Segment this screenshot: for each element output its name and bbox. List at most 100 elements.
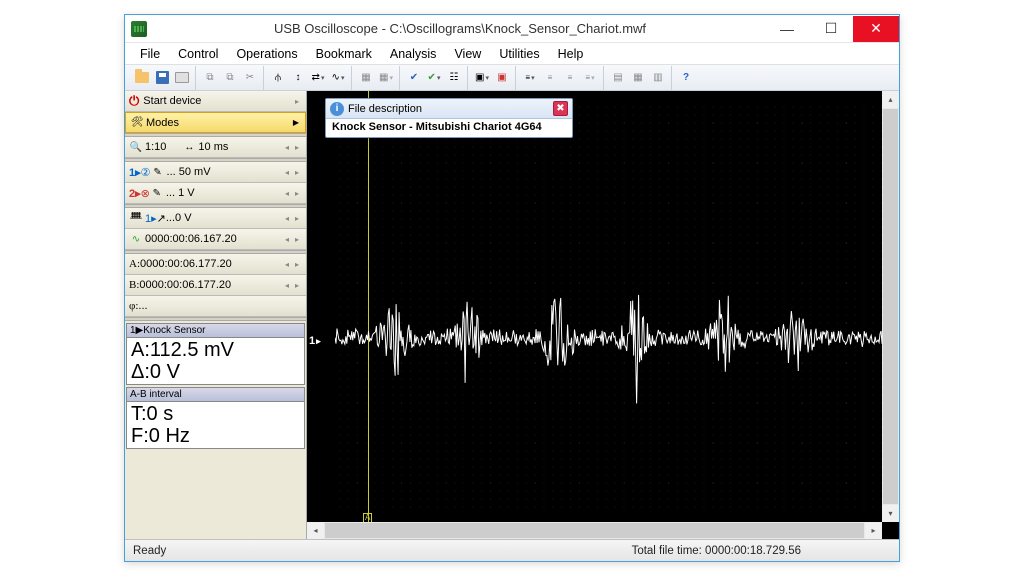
probe-icon: ✎	[151, 165, 165, 179]
arrow-right-icon[interactable]: ▸	[292, 186, 302, 200]
phi-row[interactable]: φ:...	[125, 296, 306, 317]
modes-icon: 🛠	[130, 116, 144, 130]
menubar: File Control Operations Bookmark Analysi…	[125, 43, 899, 65]
toolbar: ⧉ ⧉ ✂ ⫛ ↕ ⇄ ∿ ▦ ▦ ✔ ✔ ☷ ▣ ▣ ≡ ≡ ≡ ≡	[125, 65, 899, 91]
arrow-right-icon[interactable]: ▸	[292, 232, 302, 246]
menu-bookmark[interactable]: Bookmark	[307, 45, 381, 63]
menu-view[interactable]: View	[445, 45, 490, 63]
arrow-right-icon[interactable]: ▸	[292, 140, 302, 154]
arrow-left-icon[interactable]: ◂	[282, 232, 292, 246]
record-button[interactable]: ▣	[492, 68, 512, 88]
zoom-value: 1:10	[145, 141, 166, 153]
save-button[interactable]	[152, 68, 172, 88]
measure-delta: Δ:0 V	[131, 361, 300, 383]
status-left: Ready	[133, 545, 166, 557]
arrow-left-icon[interactable]: ◂	[282, 165, 292, 179]
layout3-button[interactable]: ▥	[648, 68, 668, 88]
arrow-left-icon[interactable]: ◂	[282, 211, 292, 225]
screenshot-dropdown[interactable]: ▣	[472, 68, 492, 88]
arrow-right-icon[interactable]: ▸	[292, 278, 302, 292]
arrow-right-icon[interactable]: ▸	[292, 257, 302, 271]
layout1-button[interactable]: ▤	[608, 68, 628, 88]
pulse-tool-button[interactable]: ⫛	[268, 68, 288, 88]
arrow-left-icon[interactable]: ◂	[282, 186, 292, 200]
notes-button[interactable]: ☷	[444, 68, 464, 88]
scroll-right-button[interactable]: ▸	[865, 522, 882, 539]
cursor-b-row[interactable]: B:0000:00:06.177.20 ◂▸	[125, 275, 306, 296]
waveform-display[interactable]: 1 A B i File description ✖ Knock Sensor …	[307, 91, 899, 539]
zoom-row[interactable]: 🔍 1:10 ↔ 10 ms ◂▸	[125, 137, 306, 158]
horizontal-scrollbar[interactable]: ◂ ▸	[307, 522, 882, 539]
modes-button[interactable]: 🛠 Modes ▶	[125, 112, 306, 133]
calc3-button[interactable]: ≡	[560, 68, 580, 88]
scroll-thumb[interactable]	[883, 109, 898, 504]
print-button[interactable]	[172, 68, 192, 88]
sidebar-separator	[125, 317, 306, 321]
timestamp-row[interactable]: ∿ 0000:00:06.167.20 ◂▸	[125, 229, 306, 250]
probe-icon: ✎	[150, 186, 164, 200]
power-icon: ⏻	[129, 93, 139, 109]
measure-f: F:0 Hz	[131, 425, 300, 447]
scroll-left-button[interactable]: ◂	[307, 522, 324, 539]
maximize-button[interactable]: ☐	[809, 16, 853, 42]
cursor-mode-dropdown[interactable]: ⇄	[308, 68, 328, 88]
start-device-button[interactable]: ⏻ Start device ▸	[125, 91, 306, 112]
measurement-header: 1▶Knock Sensor	[127, 324, 304, 338]
phi-value: ...	[138, 300, 147, 312]
copy-button[interactable]: ⧉	[200, 68, 220, 88]
grid-dropdown[interactable]: ▦	[376, 68, 396, 88]
arrow-right-icon[interactable]: ▸	[292, 211, 302, 225]
check-blue-button[interactable]: ✔	[404, 68, 424, 88]
menu-operations[interactable]: Operations	[227, 45, 306, 63]
vertical-scrollbar[interactable]: ▴ ▾	[882, 91, 899, 522]
arrow-left-icon[interactable]: ◂	[282, 140, 292, 154]
app-icon	[131, 21, 147, 37]
calc1-dropdown[interactable]: ≡	[520, 68, 540, 88]
app-window: USB Oscilloscope - C:\Oscillograms\Knock…	[124, 14, 900, 562]
scroll-up-button[interactable]: ▴	[882, 91, 899, 108]
grid-button[interactable]: ▦	[356, 68, 376, 88]
help-button[interactable]: ?	[676, 68, 696, 88]
status-right: Total file time: 0000:00:18.729.56	[632, 545, 801, 557]
minimize-button[interactable]: —	[765, 16, 809, 42]
menu-help[interactable]: Help	[549, 45, 593, 63]
paste-button[interactable]: ⧉	[220, 68, 240, 88]
arrow-left-icon[interactable]: ◂	[282, 257, 292, 271]
cursor-a-row[interactable]: A:0000:00:06.177.20 ◂▸	[125, 254, 306, 275]
cut-button[interactable]: ✂	[240, 68, 260, 88]
menu-control[interactable]: Control	[169, 45, 227, 63]
open-button[interactable]	[132, 68, 152, 88]
popup-body: Knock Sensor - Mitsubishi Chariot 4G64	[326, 119, 572, 137]
interval-header: A-B interval	[127, 388, 304, 402]
menu-analysis[interactable]: Analysis	[381, 45, 446, 63]
waveform-trace	[335, 103, 887, 527]
chevron-right-icon: ▸	[292, 94, 302, 108]
calc2-button[interactable]: ≡	[540, 68, 560, 88]
info-icon: i	[330, 102, 344, 116]
menu-file[interactable]: File	[131, 45, 169, 63]
wave-mode-dropdown[interactable]: ∿	[328, 68, 348, 88]
marker-tool-button[interactable]: ↕	[288, 68, 308, 88]
popup-close-button[interactable]: ✖	[553, 101, 568, 116]
chevron-right-icon: ▶	[291, 116, 301, 130]
trigger-value: ...0 V	[166, 212, 192, 224]
menu-utilities[interactable]: Utilities	[490, 45, 548, 63]
check-green-dropdown[interactable]: ✔	[424, 68, 444, 88]
arrow-right-icon[interactable]: ▸	[292, 165, 302, 179]
ch2-row[interactable]: 2▸⊗✎ ... 1 V ◂▸	[125, 183, 306, 204]
modes-label: Modes	[146, 117, 179, 129]
content-area: ⏻ Start device ▸ 🛠 Modes ▶ 🔍 1:10 ↔ 10 m…	[125, 91, 899, 539]
scroll-thumb[interactable]	[325, 523, 864, 538]
trigger-icon: ᚙ	[129, 211, 143, 225]
timestamp-value: 0000:00:06.167.20	[145, 233, 237, 245]
ch1-row[interactable]: 1▸②✎ ... 50 mV ◂▸	[125, 162, 306, 183]
sidebar: ⏻ Start device ▸ 🛠 Modes ▶ 🔍 1:10 ↔ 10 m…	[125, 91, 307, 539]
trigger-row[interactable]: ᚙ1▸↗ ...0 V ◂▸	[125, 208, 306, 229]
close-button[interactable]: ✕	[853, 16, 899, 42]
measurement-panel-2: A-B interval T:0 s F:0 Hz	[126, 387, 305, 449]
arrow-left-icon[interactable]: ◂	[282, 278, 292, 292]
layout2-button[interactable]: ▦	[628, 68, 648, 88]
zoom-icon: 🔍	[129, 140, 143, 154]
scroll-down-button[interactable]: ▾	[882, 505, 899, 522]
calc4-dropdown[interactable]: ≡	[580, 68, 600, 88]
